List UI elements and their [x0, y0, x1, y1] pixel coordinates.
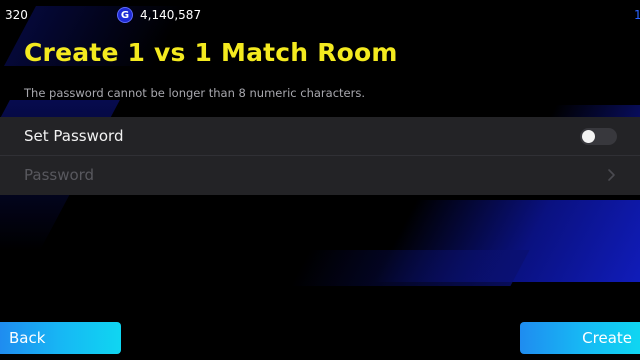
background-stripe: [290, 250, 530, 286]
set-password-label: Set Password: [24, 127, 124, 145]
password-label: Password: [24, 166, 95, 184]
chevron-right-icon: [608, 169, 615, 181]
create-button-label: Create: [582, 329, 632, 347]
back-button[interactable]: Back: [0, 322, 121, 354]
toggle-knob: [582, 130, 595, 143]
gp-coin-icon: G: [117, 7, 133, 23]
match-room-screen: 320 G 4,140,587 1 Create 1 vs 1 Match Ro…: [0, 0, 640, 360]
password-row[interactable]: Password: [0, 156, 640, 194]
coin-balance: 320: [5, 8, 28, 22]
settings-panel: Set Password Password: [0, 117, 640, 195]
page-title: Create 1 vs 1 Match Room: [24, 38, 398, 67]
back-button-label: Back: [9, 329, 46, 347]
set-password-row[interactable]: Set Password: [0, 117, 640, 156]
create-button[interactable]: Create: [520, 322, 640, 354]
gp-balance: 4,140,587: [140, 8, 202, 22]
set-password-toggle[interactable]: [580, 128, 617, 145]
edge-indicator: 1: [634, 8, 640, 22]
status-bar: 320 G 4,140,587 1: [0, 0, 640, 30]
password-hint: The password cannot be longer than 8 num…: [24, 86, 365, 100]
